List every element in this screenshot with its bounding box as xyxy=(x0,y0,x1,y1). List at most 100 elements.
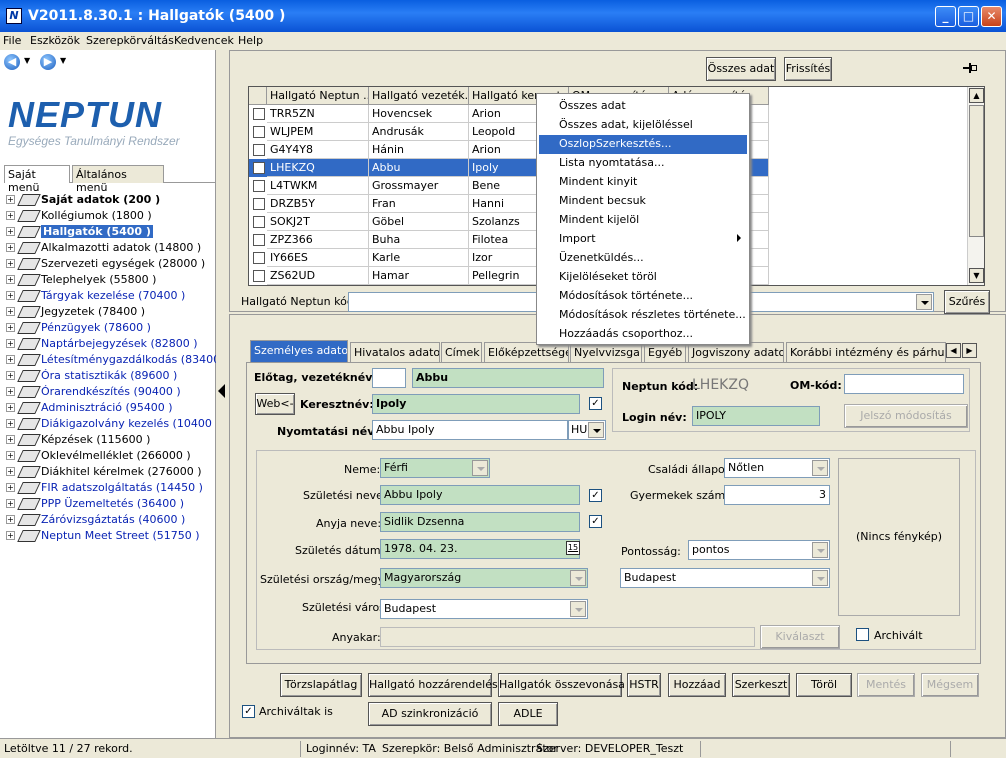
expand-icon[interactable]: + xyxy=(6,515,15,524)
birth-name-checkbox[interactable]: ✓ xyxy=(589,489,602,502)
gender-select[interactable]: Férfi xyxy=(380,458,490,478)
close-button[interactable]: ✕ xyxy=(981,6,1002,27)
select-button[interactable]: Kiválaszt xyxy=(760,625,840,649)
filter-value-select[interactable] xyxy=(742,292,934,312)
archived-checkbox[interactable] xyxy=(856,628,869,641)
chevron-down-icon[interactable] xyxy=(812,570,828,586)
context-menu-item[interactable]: OszlopSzerkesztés... xyxy=(539,135,747,154)
expand-icon[interactable]: + xyxy=(6,371,15,380)
om-code-field[interactable] xyxy=(844,374,964,394)
forward-dropdown-icon[interactable]: ▼ xyxy=(60,56,66,65)
anyakar-field[interactable] xyxy=(380,627,755,647)
maximize-button[interactable]: □ xyxy=(958,6,979,27)
tab-prior-education[interactable]: Előképzettségek xyxy=(484,342,569,362)
chevron-down-icon[interactable] xyxy=(570,601,586,617)
birth-country-select[interactable]: Magyarország xyxy=(380,568,588,588)
row-checkbox[interactable] xyxy=(253,162,265,174)
login-field[interactable]: IPOLY xyxy=(692,406,820,426)
context-menu-item[interactable]: Import xyxy=(539,230,747,249)
row-checkbox[interactable] xyxy=(253,252,265,264)
row-checkbox[interactable] xyxy=(253,144,265,156)
tab-scroll-left-icon[interactable]: ◀ xyxy=(946,343,961,358)
lastname-field[interactable]: Abbu xyxy=(412,368,604,388)
expand-icon[interactable]: + xyxy=(6,499,15,508)
firstname-checkbox[interactable]: ✓ xyxy=(589,397,602,410)
expand-icon[interactable]: + xyxy=(6,227,15,236)
expand-icon[interactable]: + xyxy=(6,435,15,444)
mother-name-field[interactable]: Sidlik Dzsenna xyxy=(380,512,580,532)
back-icon[interactable]: ◀ xyxy=(4,54,20,70)
title-bar[interactable]: N V2011.8.30.1 : Hallgatók (5400 ) _ □ ✕ xyxy=(0,0,1006,32)
tab-language-exam[interactable]: Nyelvvizsga xyxy=(570,342,642,362)
expand-icon[interactable]: + xyxy=(6,243,15,252)
scroll-up-icon[interactable]: ▲ xyxy=(969,88,984,103)
county-select[interactable]: Budapest xyxy=(620,568,830,588)
delete-button[interactable]: Töröl xyxy=(796,673,852,697)
change-password-button[interactable]: Jelszó módosítás xyxy=(844,404,968,428)
children-field[interactable]: 3 xyxy=(724,485,830,505)
expand-icon[interactable]: + xyxy=(6,307,15,316)
all-data-button[interactable]: Összes adat xyxy=(706,57,776,81)
expand-icon[interactable]: + xyxy=(6,451,15,460)
chevron-down-icon[interactable] xyxy=(588,422,604,438)
grid-scrollbar[interactable]: ▲ ▼ xyxy=(967,87,984,285)
hstr-button[interactable]: HSTR xyxy=(627,673,661,697)
filter-input[interactable] xyxy=(348,292,538,312)
collapse-arrow-icon[interactable] xyxy=(218,384,225,398)
ad-sync-button[interactable]: AD szinkronizáció xyxy=(368,702,492,726)
assign-student-button[interactable]: Hallgató hozzárendelése xyxy=(368,673,504,697)
web-button[interactable]: Web<- xyxy=(255,393,295,415)
pin-icon[interactable] xyxy=(963,62,977,74)
expand-icon[interactable]: + xyxy=(6,483,15,492)
expand-icon[interactable]: + xyxy=(6,291,15,300)
context-menu-item[interactable]: Összes adat, kijelöléssel xyxy=(539,116,747,135)
context-menu-item[interactable]: Mindent becsuk xyxy=(539,192,747,211)
row-checkbox[interactable] xyxy=(253,108,265,120)
splitter[interactable] xyxy=(216,50,228,738)
tab-official[interactable]: Hivatalos adatok xyxy=(350,342,440,362)
expand-icon[interactable]: + xyxy=(6,259,15,268)
expand-icon[interactable]: + xyxy=(6,403,15,412)
chevron-down-icon[interactable] xyxy=(570,570,586,586)
tab-addresses[interactable]: Címek xyxy=(441,342,482,362)
scroll-thumb[interactable] xyxy=(969,105,984,237)
header-checkbox[interactable] xyxy=(249,87,267,105)
expand-icon[interactable]: + xyxy=(6,355,15,364)
menu-file[interactable]: File xyxy=(3,34,21,47)
context-menu-item[interactable]: Lista nyomtatása... xyxy=(539,154,747,173)
context-menu-item[interactable]: Módosítások részletes története... xyxy=(539,306,747,325)
expand-icon[interactable]: + xyxy=(6,195,15,204)
menu-favorites[interactable]: Kedvencek xyxy=(174,34,234,47)
context-menu-item[interactable]: Módosítások története... xyxy=(539,287,747,306)
context-menu-item[interactable]: Kijelöléseket töröl xyxy=(539,268,747,287)
tab-previous-institution[interactable]: Korábbi intézmény és párhuzamo xyxy=(786,342,946,362)
add-button[interactable]: Hozzáad xyxy=(668,673,726,697)
minimize-button[interactable]: _ xyxy=(935,6,956,27)
mother-name-checkbox[interactable]: ✓ xyxy=(589,515,602,528)
context-menu-item[interactable]: Mindent kijelöl xyxy=(539,211,747,230)
chevron-down-icon[interactable] xyxy=(472,460,488,476)
tab-scroll-right-icon[interactable]: ▶ xyxy=(962,343,977,358)
expand-icon[interactable]: + xyxy=(6,531,15,540)
row-checkbox[interactable] xyxy=(253,234,265,246)
filter-button[interactable]: Szűrés xyxy=(944,290,990,314)
transcript-average-button[interactable]: Törzslapátlag xyxy=(280,673,362,697)
chevron-down-icon[interactable] xyxy=(812,460,828,476)
expand-icon[interactable]: + xyxy=(6,211,15,220)
adle-button[interactable]: ADLE xyxy=(498,702,558,726)
tab-personal[interactable]: Személyes adatok xyxy=(250,340,348,362)
language-select[interactable]: HU xyxy=(568,420,606,440)
chevron-down-icon[interactable] xyxy=(916,294,932,310)
back-dropdown-icon[interactable]: ▼ xyxy=(24,56,30,65)
context-menu-item[interactable]: Üzenetküldés... xyxy=(539,249,747,268)
forward-icon[interactable]: ▶ xyxy=(40,54,56,70)
cancel-button[interactable]: Mégsem xyxy=(921,673,979,697)
expand-icon[interactable]: + xyxy=(6,387,15,396)
accuracy-select[interactable]: pontos xyxy=(688,540,830,560)
expand-icon[interactable]: + xyxy=(6,275,15,284)
context-menu-item[interactable]: Mindent kinyit xyxy=(539,173,747,192)
tab-general-menu[interactable]: Általános menü xyxy=(72,165,164,194)
context-menu-item[interactable]: Hozzáadás csoporthoz... xyxy=(539,325,747,344)
edit-button[interactable]: Szerkeszt xyxy=(732,673,790,697)
tab-legal-status[interactable]: Jogviszony adatok xyxy=(688,342,784,362)
